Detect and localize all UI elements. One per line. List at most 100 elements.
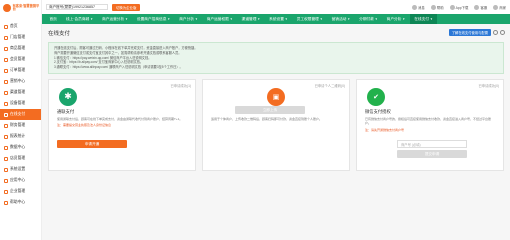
nav-item-ops-analysis[interactable]: 商户运营分析 ▼ <box>98 14 133 24</box>
headset-icon <box>474 4 480 10</box>
sidebar-item-label: 首页 <box>10 24 18 28</box>
card-warning: 注：请先开通微信支付商户号 <box>365 127 405 132</box>
nav-label: 渠道管理 <box>241 16 257 21</box>
nav-label: 营销活动 <box>331 16 347 21</box>
page-title: 在线支付 <box>48 31 71 37</box>
nav-label: 商户运营分析 <box>102 16 125 21</box>
info-notice: 开通在线支付后，顾客可通过扫码、小程序在线下单并完成支付，资金直接进入商户账户，… <box>48 42 504 74</box>
card-description: 使用通联支付后，顾客可在线下单完成支付，资金由通联代收代付到商户账户，结算周期T… <box>57 116 183 121</box>
help-link[interactable]: 帮助 <box>430 4 444 10</box>
service-link[interactable]: 客服 <box>474 4 487 10</box>
sidebar-item-label: 门店管理 <box>10 35 26 39</box>
grid-icon <box>4 178 8 183</box>
sidebar-item-finance[interactable]: 财务管理 <box>0 120 41 131</box>
sidebar-item-home[interactable]: 首页 <box>0 21 41 32</box>
sidebar-item-members[interactable]: 会员管理 <box>0 54 41 65</box>
nav-item-staff-perm[interactable]: 员工权限管理 ▼ <box>292 14 327 24</box>
chevron-down-icon: ▼ <box>257 17 261 21</box>
chevron-down-icon: ▼ <box>167 17 171 21</box>
qrcode-icon: ▣ <box>267 87 285 106</box>
help-icon <box>4 200 8 205</box>
status-badge: 已申请成功(1) <box>170 83 191 88</box>
status-badge: 已申请成功(0) <box>478 83 499 88</box>
sidebar-item-reports[interactable]: 报表统计 <box>0 131 41 142</box>
notice-link[interactable]: 3.通联支付：https://www.allinpay.com/ 通联商户入驻说… <box>54 65 498 70</box>
nav-item-online-pay[interactable]: 在线支付 ▼ <box>409 14 438 24</box>
upload-qr-button[interactable]: 立即上传 <box>235 106 305 114</box>
help-doc-button[interactable]: 了解在线支付使用与配置 <box>448 29 491 36</box>
nav-label: 分期付款 <box>359 16 374 21</box>
messages-link[interactable]: 消息 <box>412 4 425 10</box>
payment-card-wechat: 已申请成功(0) ✔ 微信支付授权 已有微信支付商户号的，授权后可直接使用微信支… <box>356 78 504 171</box>
nav-label: 首页 <box>49 16 57 21</box>
card-title: 通联支付 <box>57 108 75 114</box>
chevron-down-icon: ▼ <box>429 17 433 21</box>
allinpay-icon: ✱ <box>59 87 77 106</box>
sidebar-item-settings[interactable]: 系统设置 <box>0 164 41 175</box>
sidebar-item-label: 设备管理 <box>10 101 26 105</box>
nav-item-settings[interactable]: 系统设置 ▼ <box>265 14 293 24</box>
sidebar-item-label: 商品管理 <box>10 46 26 50</box>
logo-text: 有客来·智慧营销平台 <box>12 3 40 11</box>
sidebar-item-goods[interactable]: 商品管理 <box>0 43 41 54</box>
sidebar-item-help[interactable]: 帮助中心 <box>0 197 41 208</box>
money-icon <box>4 123 8 128</box>
sidebar-item-label: 店员管理 <box>10 156 26 160</box>
main-nav: 首页 线上·会员商城 ▼ 商户运营分析 ▼ 设置商户招商信息 ▼ 商户分析 ▼ 商户运营… <box>42 14 510 24</box>
refresh-icon[interactable] <box>500 30 505 35</box>
sidebar-item-channels[interactable]: 渠道管理 <box>0 87 41 98</box>
sidebar-item-apps[interactable]: 应用中心 <box>0 175 41 186</box>
sidebar-item-label: 报表统计 <box>10 134 26 138</box>
main-content: 在线支付 了解在线支付使用与配置 开通在线支付后，顾客可通过扫码、小程序在线下单… <box>42 24 510 240</box>
sidebar-item-devices[interactable]: 设备管理 <box>0 98 41 109</box>
sidebar-item-enterprise[interactable]: 企业管理 <box>0 186 41 197</box>
submit-wechat-button[interactable]: 提交申请 <box>397 150 467 158</box>
account-select[interactable]: 商户账号(蒙蒙)19921236857 <box>46 4 108 10</box>
sidebar-item-orders[interactable]: 订单管理 <box>0 65 41 76</box>
nav-item-channels[interactable]: 渠道管理 ▼ <box>237 14 265 24</box>
apply-allinpay-button[interactable]: 申请开通 <box>57 140 127 148</box>
phone-icon <box>449 4 455 10</box>
sidebar-item-data[interactable]: 数据中心 <box>0 142 41 153</box>
merchant-id-input[interactable]: 商户号 (必填) <box>397 140 467 148</box>
user-menu[interactable]: 商家 <box>493 4 506 10</box>
app-logo[interactable]: 有客来·智慧营销平台 <box>0 0 41 16</box>
app-download-label: App下载 <box>455 5 469 10</box>
bell-icon <box>412 4 418 10</box>
nav-item-permissions[interactable]: 商户运营权限 ▼ <box>202 14 237 24</box>
nav-item-analysis[interactable]: 商户分析 ▼ <box>175 14 203 24</box>
nav-label: 设置商户招商信息 <box>136 16 167 21</box>
nav-label: 员工权限管理 <box>296 16 319 21</box>
nav-item-installment[interactable]: 分期付款 ▼ <box>355 14 383 24</box>
sidebar-item-label: 企业管理 <box>10 189 26 193</box>
nav-item-mall[interactable]: 线上·会员商城 ▼ <box>61 14 97 24</box>
user-label: 商家 <box>499 5 506 10</box>
app-download-link[interactable]: App下载 <box>449 4 469 10</box>
sidebar-item-marketing[interactable]: 营销中心 <box>0 76 41 87</box>
database-icon <box>4 145 8 150</box>
store-icon <box>4 35 8 40</box>
chevron-down-icon: ▼ <box>374 17 378 21</box>
sidebar-item-label: 应用中心 <box>10 178 26 182</box>
nav-label: 在线支付 <box>414 16 429 21</box>
sidebar-item-label: 订单管理 <box>10 68 26 72</box>
sidebar-item-label: 数据中心 <box>10 145 26 149</box>
nav-label: 系统设置 <box>269 16 284 21</box>
nav-item-campaigns[interactable]: 营销活动 ▼ <box>327 14 355 24</box>
sidebar-item-stores[interactable]: 门店管理 <box>0 32 41 43</box>
chevron-down-icon: ▼ <box>284 17 288 21</box>
sidebar-item-staff[interactable]: 店员管理 <box>0 153 41 164</box>
nav-item-home[interactable]: 首页 <box>45 14 61 24</box>
sidebar: 有客来·智慧营销平台 首页 门店管理 商品管理 会员管理 订单管理 营销中心 渠… <box>0 0 42 240</box>
gear-icon[interactable] <box>493 30 498 35</box>
payment-cards: 已申请成功(1) ✱ 通联支付 使用通联支付后，顾客可在线下单完成支付，资金由通… <box>48 78 504 171</box>
device-icon <box>4 101 8 106</box>
switch-edition-button[interactable]: 切换为企业版 <box>112 3 141 11</box>
nav-item-merchant-analysis[interactable]: 商户分析 ▼ <box>382 14 410 24</box>
nav-item-recruit[interactable]: 设置商户招商信息 ▼ <box>132 14 174 24</box>
topbar-right: 消息 帮助 App下载 客服 商家 <box>412 4 506 10</box>
box-icon <box>4 46 8 51</box>
sidebar-item-online-pay[interactable]: 在线支付 <box>0 109 41 120</box>
avatar <box>493 4 499 10</box>
payment-card-personal-qr: 已申请个人二维码(0) ▣ 个人二维码收款 适用于个体商户，上传收款二维码后，顾… <box>202 78 350 171</box>
